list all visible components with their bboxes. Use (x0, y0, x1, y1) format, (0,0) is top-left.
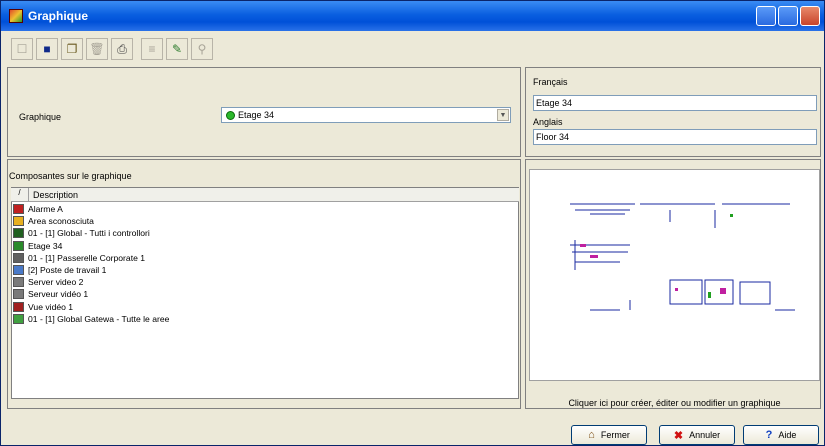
list-header: / Description (11, 187, 519, 202)
maximize-button[interactable] (778, 6, 798, 26)
list-item-label: Alarme A (28, 204, 63, 215)
list-item[interactable]: 01 - [1] Global - Tutti i controllori (13, 227, 169, 239)
list-item[interactable]: Area sconosciuta (13, 215, 169, 227)
delete-icon[interactable]: 🗑 (86, 38, 108, 60)
anglais-field[interactable]: Floor 34 (533, 129, 817, 145)
list-item-label: Vue vidéo 1 (28, 301, 74, 312)
component-icon (13, 277, 24, 288)
component-icon (13, 313, 24, 324)
status-dot-icon (226, 110, 235, 120)
floor-plan-preview[interactable] (529, 169, 820, 381)
print-icon[interactable]: ⎙ (111, 38, 133, 60)
component-icon (13, 204, 24, 215)
door-icon: ⌂ (588, 429, 595, 441)
component-icon (13, 265, 24, 276)
minimize-button[interactable] (756, 6, 776, 26)
list-item-label: Server video 2 (28, 277, 84, 288)
description-column-header[interactable]: Description (29, 190, 78, 200)
list-item-label: 01 - [1] Global Gatewa - Tutte le aree (28, 313, 170, 324)
preview-caption[interactable]: Cliquer ici pour créer, éditer ou modifi… (529, 396, 820, 410)
close-button[interactable] (800, 6, 820, 26)
list-item[interactable]: [2] Poste de travail 1 (13, 264, 169, 276)
new-icon[interactable]: ☐ (11, 38, 33, 60)
list-item-label: [2] Poste de travail 1 (28, 265, 107, 276)
components-label: Composantes sur le graphique (9, 171, 132, 181)
app-icon (9, 9, 23, 23)
list-item-label: Serveur vidéo 1 (28, 289, 89, 300)
list-item[interactable]: Server video 2 (13, 276, 169, 288)
help-icon: ? (765, 429, 773, 441)
cancel-icon: ✖ (673, 429, 684, 442)
save-icon[interactable]: ■ (36, 38, 58, 60)
annuler-button-label: Annuler (689, 430, 721, 440)
list-item-label: 01 - [1] Passerelle Corporate 1 (28, 252, 146, 263)
binoculars-icon[interactable]: ⚲ (191, 38, 213, 60)
sort-icon[interactable]: / (11, 187, 29, 202)
list-item[interactable]: 01 - [1] Passerelle Corporate 1 (13, 252, 169, 264)
title-bar: Graphique (1, 1, 824, 31)
annuler-button[interactable]: ✖ Annuler (659, 425, 735, 445)
list-item[interactable]: Serveur vidéo 1 (13, 288, 169, 300)
component-icon (13, 228, 24, 239)
list-icon[interactable]: ≡ (141, 38, 163, 60)
component-icon (13, 301, 24, 312)
list-item-label: 01 - [1] Global - Tutti i controllori (28, 228, 150, 239)
window-title: Graphique (28, 9, 89, 23)
graphique-select[interactable]: Etage 34 ▼ (221, 107, 511, 123)
fermer-button[interactable]: ⌂ Fermer (571, 425, 647, 445)
graphique-select-value: Etage 34 (238, 110, 275, 120)
graphique-label: Graphique (19, 112, 62, 122)
toolbar: ☐ ■ ❐ 🗑 ⎙ ≡ ✎ ⚲ (7, 33, 821, 65)
components-rows: Alarme A Area sconosciuta 01 - [1] Global … (13, 203, 169, 325)
chevron-down-icon[interactable]: ▼ (497, 109, 509, 121)
list-item[interactable]: Alarme A (13, 203, 169, 215)
component-icon (13, 289, 24, 300)
floor-plan-drawing (570, 203, 795, 311)
list-item-label: Etage 34 (28, 240, 63, 251)
list-item[interactable]: Vue vidéo 1 (13, 301, 169, 313)
francais-field[interactable]: Etage 34 (533, 95, 817, 111)
anglais-label: Anglais (533, 117, 563, 127)
main-window: Graphique ☐ ■ ❐ 🗑 ⎙ ≡ ✎ ⚲ Graphique Etag… (0, 0, 825, 446)
component-icon (13, 240, 24, 251)
francais-label: Français (533, 77, 568, 87)
list-item[interactable]: Etage 34 (13, 240, 169, 252)
list-item-label: Area sconosciuta (28, 216, 94, 227)
copy-icon[interactable]: ❐ (61, 38, 83, 60)
component-icon (13, 252, 24, 263)
component-icon (13, 216, 24, 227)
aide-button-label: Aide (778, 430, 797, 440)
tool-icon[interactable]: ✎ (166, 38, 188, 60)
list-item[interactable]: 01 - [1] Global Gatewa - Tutte le aree (13, 313, 169, 325)
fermer-button-label: Fermer (600, 430, 630, 440)
aide-button[interactable]: ? Aide (743, 425, 819, 445)
